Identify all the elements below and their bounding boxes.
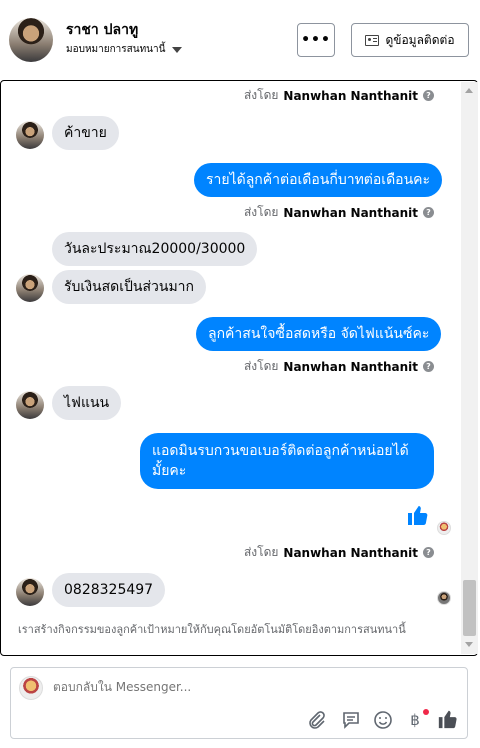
reply-input[interactable] [53, 680, 413, 694]
caret-down-icon [172, 46, 183, 53]
customer-avatar-small [16, 121, 44, 149]
emoji-icon[interactable] [373, 710, 393, 730]
sent-by-label: ส่งโดย Nanwhan Nanthanit? [244, 203, 434, 222]
payment-baht-icon[interactable]: ฿ [405, 710, 425, 730]
customer-avatar-small [16, 391, 44, 419]
incoming-message[interactable]: รับเงินสดเป็นส่วนมาก [52, 270, 207, 304]
notification-dot [423, 709, 429, 715]
customer-avatar-small [16, 578, 44, 606]
contact-card-icon [365, 34, 380, 46]
scroll-down-icon[interactable] [465, 642, 473, 647]
outgoing-message[interactable]: ลูกค้าสนใจซื้อสดหรือ จัดไฟแน้นซ์คะ [196, 317, 442, 351]
reply-composer: ฿ [10, 667, 468, 739]
scrollbar-thumb[interactable] [463, 580, 476, 636]
page-avatar [19, 676, 43, 700]
customer-name[interactable]: ราชา ปลาทู [66, 19, 138, 41]
help-icon[interactable]: ? [423, 361, 434, 372]
assign-conversation-dropdown[interactable]: มอบหมายการสนทนานี้ [66, 42, 183, 57]
scrollbar-track[interactable] [461, 82, 478, 654]
customer-avatar[interactable] [9, 18, 53, 62]
seen-avatar [437, 521, 451, 535]
help-icon[interactable]: ? [423, 207, 434, 218]
automation-note: เราสร้างกิจกรรมของลูกค้าเป้าหมายให้กับคุ… [18, 623, 406, 636]
incoming-message[interactable]: วันละประมาณ20000/30000 [52, 232, 258, 266]
sent-by-label: ส่งโดย Nanwhan Nanthanit? [244, 543, 434, 562]
customer-avatar-small [16, 274, 44, 302]
send-like-icon[interactable] [437, 708, 459, 730]
saved-replies-icon[interactable] [341, 710, 361, 730]
view-contact-label: ดูข้อมูลติดต่อ [385, 32, 455, 47]
incoming-message[interactable]: 0828325497 [52, 573, 166, 607]
sent-by-label: ส่งโดย Nanwhan Nanthanit? [244, 86, 434, 105]
help-icon[interactable]: ? [423, 90, 434, 101]
scroll-up-icon[interactable] [465, 88, 473, 93]
incoming-message[interactable]: ค้าขาย [52, 116, 119, 150]
attachment-icon[interactable] [307, 710, 327, 730]
view-contact-button[interactable]: ดูข้อมูลติดต่อ [351, 23, 469, 57]
assign-label: มอบหมายการสนทนานี้ [66, 44, 166, 55]
more-options-button[interactable]: ••• [297, 23, 335, 57]
conversation-header: ราชา ปลาทู มอบหมายการสนทนานี้ ••• ดูข้อม… [0, 0, 480, 80]
customer-seen-avatar [437, 591, 451, 605]
more-icon: ••• [301, 32, 331, 48]
outgoing-message[interactable]: แอดมินรบกวนขอเบอร์ติดต่อลูกค้าหน่อยได้มั… [140, 433, 434, 489]
outgoing-message[interactable]: รายได้ลูกค้าต่อเดือนกี่บาทต่อเดือนคะ [194, 163, 443, 197]
help-icon[interactable]: ? [423, 547, 434, 558]
sent-by-label: ส่งโดย Nanwhan Nanthanit? [244, 357, 434, 376]
like-thumb-icon[interactable] [406, 503, 430, 527]
incoming-message[interactable]: ไฟแนน [52, 386, 122, 420]
